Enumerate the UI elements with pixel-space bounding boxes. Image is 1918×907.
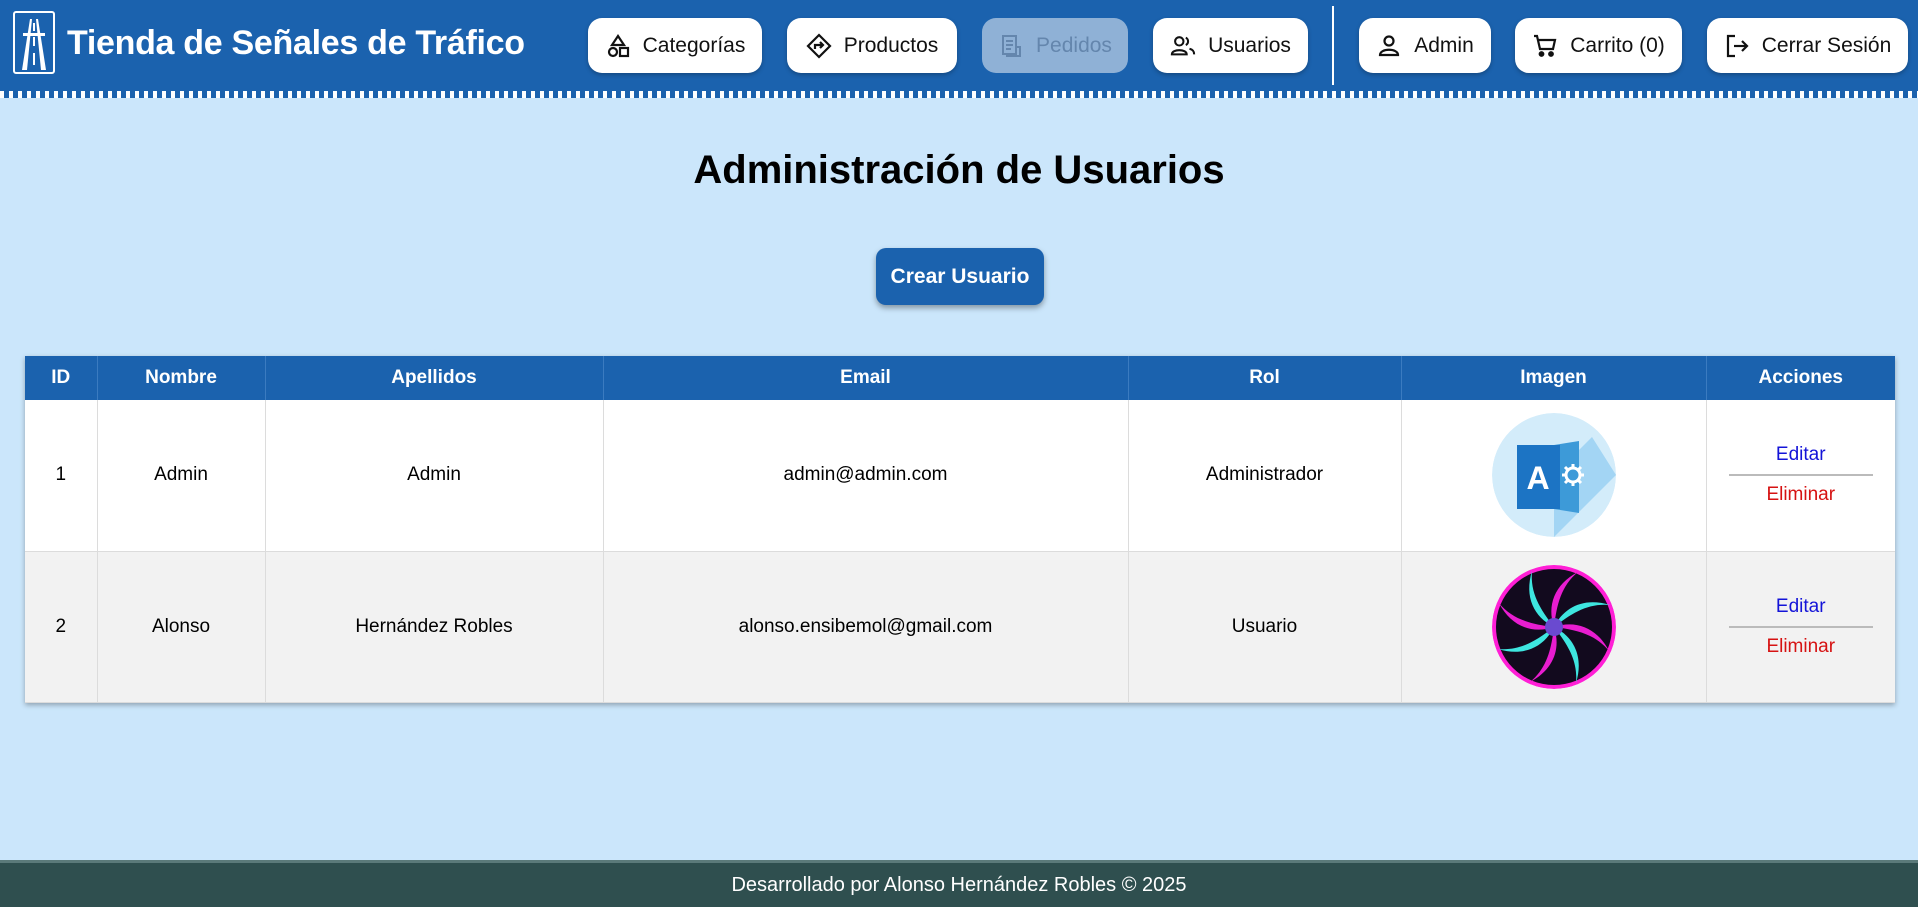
nav-usuarios-button[interactable]: Usuarios: [1153, 18, 1308, 73]
nav-logout-label: Cerrar Sesión: [1761, 33, 1892, 57]
cell-acciones: Editar Eliminar: [1706, 400, 1895, 552]
column-header-apellidos: Apellidos: [265, 356, 604, 400]
table-header-row: ID Nombre Apellidos Email Rol Imagen Acc…: [25, 356, 1895, 400]
cell-id: 1: [25, 400, 98, 552]
edit-link[interactable]: Editar: [1728, 444, 1873, 477]
brand-title[interactable]: Tienda de Señales de Tráfico: [67, 24, 525, 63]
edit-link[interactable]: Editar: [1728, 596, 1873, 628]
delete-link[interactable]: Eliminar: [1766, 476, 1835, 506]
nav-productos-label: Productos: [843, 33, 939, 57]
column-header-email: Email: [603, 356, 1129, 400]
column-header-rol: Rol: [1128, 356, 1402, 400]
cell-imagen: A: [1401, 400, 1707, 552]
nav-productos-button[interactable]: Productos: [787, 18, 957, 73]
column-header-id: ID: [25, 356, 98, 400]
spiral-avatar-icon: [1491, 564, 1616, 689]
header-dashed-border: [0, 91, 1918, 98]
cell-apellidos: Admin: [265, 400, 604, 552]
users-table: ID Nombre Apellidos Email Rol Imagen Acc…: [25, 356, 1895, 703]
cell-email: admin@admin.com: [603, 400, 1129, 552]
row-actions: Editar Eliminar: [1728, 596, 1873, 658]
users-icon: [1170, 33, 1196, 59]
highway-logo-icon[interactable]: [13, 11, 55, 74]
person-icon: [1376, 33, 1402, 59]
shopping-cart-icon: [1532, 33, 1558, 59]
nav-pedidos-label: Pedidos: [1036, 33, 1112, 57]
nav-divider: [1332, 6, 1334, 85]
nav-pedidos-button[interactable]: Pedidos: [982, 18, 1128, 73]
receipt-icon: [998, 33, 1024, 59]
row-actions: Editar Eliminar: [1728, 444, 1873, 506]
cell-acciones: Editar Eliminar: [1706, 551, 1895, 703]
cell-rol: Usuario: [1128, 551, 1402, 703]
table-row: 1 Admin Admin admin@admin.com Administra…: [25, 400, 1895, 552]
page-title: Administración de Usuarios: [693, 148, 1225, 192]
cell-id: 2: [25, 551, 98, 703]
directions-sign-icon: [806, 32, 832, 59]
footer-text: Desarrollado por Alonso Hernández Robles…: [731, 873, 1187, 896]
nav-carrito-button[interactable]: Carrito (0): [1515, 18, 1682, 73]
cell-nombre: Admin: [97, 400, 266, 552]
table-row: 2 Alonso Hernández Robles alonso.ensibem…: [25, 551, 1895, 703]
create-user-button[interactable]: Crear Usuario: [876, 248, 1044, 305]
column-header-imagen: Imagen: [1401, 356, 1707, 400]
nav-admin-label: Admin: [1414, 33, 1474, 57]
cell-apellidos: Hernández Robles: [265, 551, 604, 703]
svg-text:A: A: [1526, 460, 1549, 496]
cell-rol: Administrador: [1128, 400, 1402, 552]
column-header-nombre: Nombre: [97, 356, 266, 400]
nav-categorias-label: Categorías: [642, 33, 746, 57]
column-header-acciones: Acciones: [1706, 356, 1895, 400]
cell-nombre: Alonso: [97, 551, 266, 703]
nav-logout-button[interactable]: Cerrar Sesión: [1707, 18, 1908, 73]
top-navbar: Tienda de Señales de Tráfico Categorías …: [0, 0, 1918, 98]
logout-icon: [1724, 33, 1750, 59]
delete-link[interactable]: Eliminar: [1766, 628, 1835, 658]
nav-carrito-label: Carrito (0): [1570, 33, 1665, 57]
page-footer: Desarrollado por Alonso Hernández Robles…: [0, 860, 1918, 907]
nav-admin-button[interactable]: Admin: [1359, 18, 1491, 73]
admin-avatar-icon: A: [1491, 413, 1616, 538]
cell-imagen: [1401, 551, 1707, 703]
cell-email: alonso.ensibemol@gmail.com: [603, 551, 1129, 703]
shapes-icon: [605, 33, 631, 59]
nav-usuarios-label: Usuarios: [1208, 33, 1291, 57]
nav-categorias-button[interactable]: Categorías: [588, 18, 762, 73]
